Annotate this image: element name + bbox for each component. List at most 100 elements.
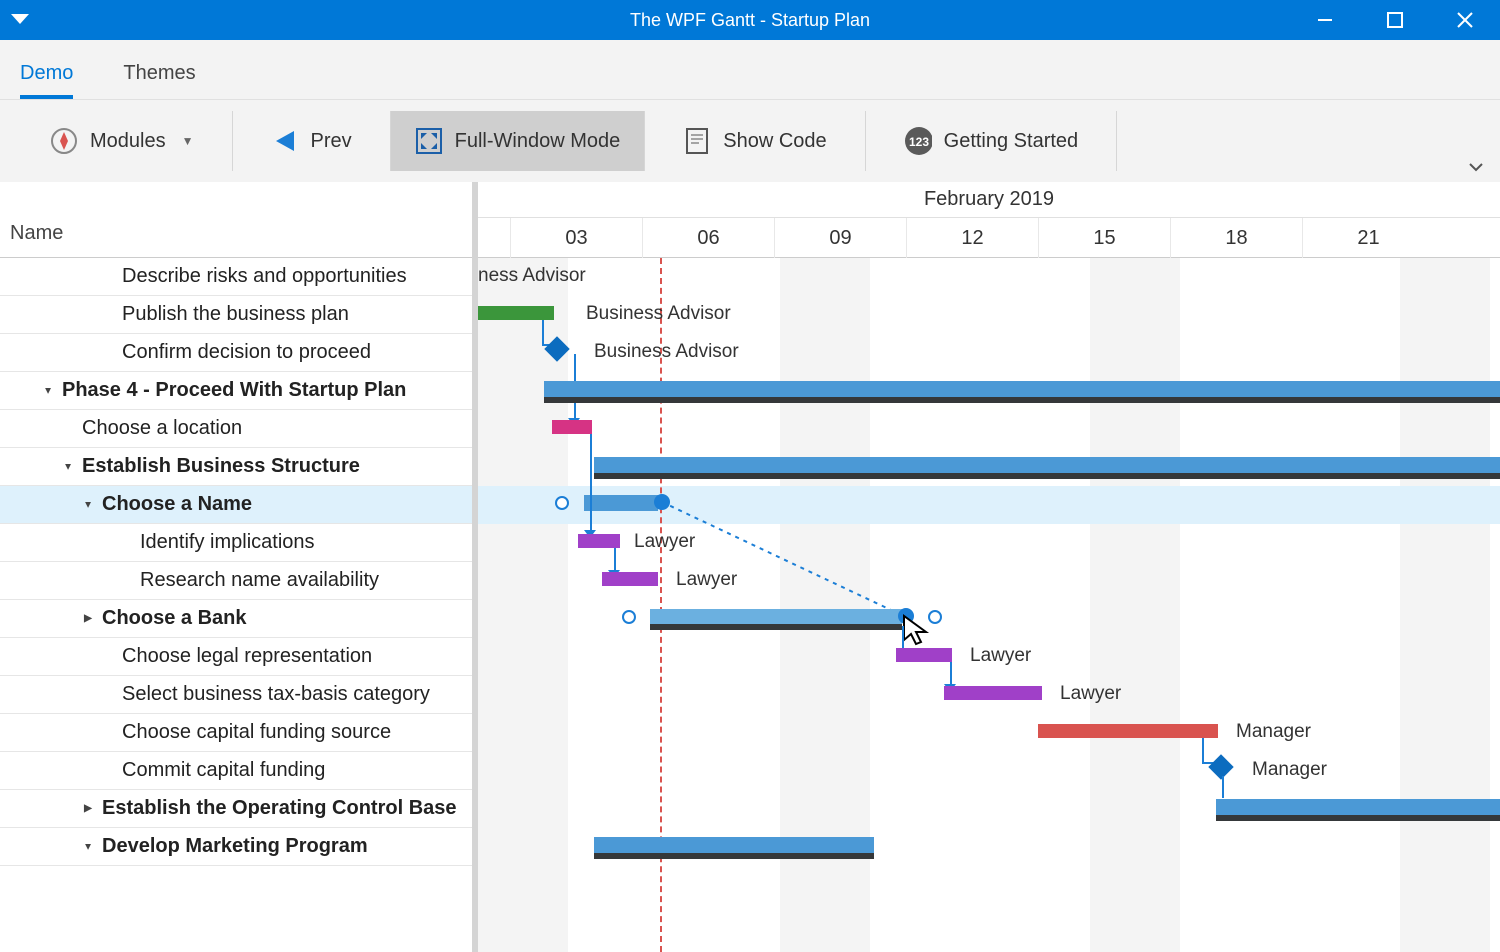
expander-open-icon[interactable]: ▲ <box>60 461 76 472</box>
prev-button[interactable]: Prev <box>257 111 366 171</box>
expander-open-icon[interactable]: ▲ <box>80 499 96 510</box>
summary-bar[interactable] <box>584 495 658 511</box>
summary-baseline <box>594 853 874 859</box>
drag-endpoint[interactable] <box>898 608 914 624</box>
summary-baseline <box>594 473 1500 479</box>
expander-open-icon[interactable]: ▲ <box>40 385 56 396</box>
timeline-month-label: February 2019 <box>478 182 1500 218</box>
weekend-shade <box>1400 258 1490 952</box>
task-name-label: Phase 4 - Proceed With Startup Plan <box>62 379 406 402</box>
dependency-link <box>542 320 544 344</box>
tab-demo[interactable]: Demo <box>20 62 73 99</box>
toolbar-overflow-icon[interactable] <box>1468 162 1484 172</box>
dependency-link <box>590 434 592 532</box>
bar-label: Business Advisor <box>586 303 731 325</box>
task-name-label: Identify implications <box>140 531 315 554</box>
bar-label: Lawyer <box>634 531 695 553</box>
getting-started-button[interactable]: 123 Getting Started <box>890 111 1093 171</box>
task-row[interactable]: Identify implications <box>0 524 472 562</box>
dependency-link <box>1202 738 1204 762</box>
compass-icon <box>50 127 78 155</box>
task-name-label: Choose a location <box>82 417 242 440</box>
day-header-cell: 03 <box>510 218 642 258</box>
milestone[interactable] <box>1208 754 1233 779</box>
main-body: Name Describe risks and opportunities Pub… <box>0 182 1500 952</box>
task-bar[interactable] <box>944 686 1042 700</box>
task-row[interactable]: ▲ Develop Marketing Program <box>0 828 472 866</box>
task-name-label: Commit capital funding <box>122 759 325 782</box>
summary-baseline <box>544 397 1500 403</box>
task-bar[interactable] <box>552 420 592 434</box>
task-row[interactable]: ▶ Choose a Bank <box>0 600 472 638</box>
gantt-chart-area[interactable]: ness Advisor Business Advisor Business A… <box>478 258 1500 952</box>
dependency-link <box>1222 776 1224 798</box>
task-tree: Describe risks and opportunities Publish … <box>0 258 472 866</box>
task-name-label: Establish the Operating Control Base <box>102 797 457 820</box>
maximize-button[interactable] <box>1360 0 1430 40</box>
summary-bar[interactable] <box>650 609 902 625</box>
task-name-label: Select business tax-basis category <box>122 683 430 706</box>
task-row[interactable]: Confirm decision to proceed <box>0 334 472 372</box>
123-icon: 123 <box>904 127 932 155</box>
dependency-link <box>902 626 904 650</box>
task-row[interactable]: Commit capital funding <box>0 752 472 790</box>
bar-label: ness Advisor <box>478 265 586 287</box>
expander-open-icon[interactable]: ▲ <box>80 841 96 852</box>
show-code-button[interactable]: Show Code <box>669 111 840 171</box>
summary-baseline <box>1216 815 1500 821</box>
minimize-button[interactable] <box>1290 0 1360 40</box>
task-row[interactable]: ▶ Establish the Operating Control Base <box>0 790 472 828</box>
expander-closed-icon[interactable]: ▶ <box>80 803 96 814</box>
task-row[interactable]: Choose a location <box>0 410 472 448</box>
window-title: The WPF Gantt - Startup Plan <box>0 10 1500 31</box>
task-name-label: Choose a Bank <box>102 607 246 630</box>
task-name-label: Publish the business plan <box>122 303 349 326</box>
drag-handle[interactable] <box>622 610 636 624</box>
task-name-label: Establish Business Structure <box>82 455 360 478</box>
task-bar[interactable] <box>602 572 658 586</box>
chevron-down-icon: ▼ <box>182 134 194 148</box>
svg-text:123: 123 <box>909 135 929 149</box>
day-header-cell: 21 <box>1302 218 1434 258</box>
task-row[interactable]: Select business tax-basis category <box>0 676 472 714</box>
task-row[interactable]: Choose capital funding source <box>0 714 472 752</box>
task-bar[interactable] <box>578 534 620 548</box>
drag-handle[interactable] <box>555 496 569 510</box>
expander-closed-icon[interactable]: ▶ <box>80 613 96 624</box>
task-bar[interactable] <box>478 306 554 320</box>
task-tree-pane: Name Describe risks and opportunities Pub… <box>0 182 478 952</box>
task-row[interactable]: Choose legal representation <box>0 638 472 676</box>
column-header-name[interactable]: Name <box>0 182 472 258</box>
timeline-days-row: 03060912151821 <box>478 218 1500 258</box>
weekend-shade <box>478 258 568 952</box>
task-name-label: Confirm decision to proceed <box>122 341 371 364</box>
close-button[interactable] <box>1430 0 1500 40</box>
dependency-link <box>950 662 952 686</box>
task-row[interactable]: Publish the business plan <box>0 296 472 334</box>
task-name-label: Develop Marketing Program <box>102 835 368 858</box>
task-bar[interactable] <box>1038 724 1218 738</box>
task-name-label: Research name availability <box>140 569 379 592</box>
bar-label: Lawyer <box>1060 683 1121 705</box>
task-name-label: Choose capital funding source <box>122 721 391 744</box>
drag-handle[interactable] <box>928 610 942 624</box>
day-header-cell: 09 <box>774 218 906 258</box>
task-name-label: Choose a Name <box>102 493 252 516</box>
task-row[interactable]: Research name availability <box>0 562 472 600</box>
task-bar[interactable] <box>896 648 952 662</box>
tab-strip: Demo Themes <box>0 40 1500 100</box>
full-window-mode-button[interactable]: Full-Window Mode <box>391 111 645 171</box>
task-row[interactable]: Describe risks and opportunities <box>0 258 472 296</box>
drag-endpoint[interactable] <box>654 494 670 510</box>
task-row[interactable]: ▲ Choose a Name <box>0 486 472 524</box>
bar-label: Business Advisor <box>594 341 739 363</box>
task-row[interactable]: ▲ Phase 4 - Proceed With Startup Plan <box>0 372 472 410</box>
modules-dropdown[interactable]: Modules ▼ <box>36 111 208 171</box>
tab-themes[interactable]: Themes <box>123 62 195 99</box>
gantt-pane: February 2019 03060912151821 ness Adviso… <box>478 182 1500 952</box>
dependency-link <box>614 548 616 572</box>
timeline-header: February 2019 03060912151821 <box>478 182 1500 258</box>
task-row[interactable]: ▲ Establish Business Structure <box>0 448 472 486</box>
app-menu-button[interactable] <box>0 0 40 40</box>
day-header-cell: 06 <box>642 218 774 258</box>
